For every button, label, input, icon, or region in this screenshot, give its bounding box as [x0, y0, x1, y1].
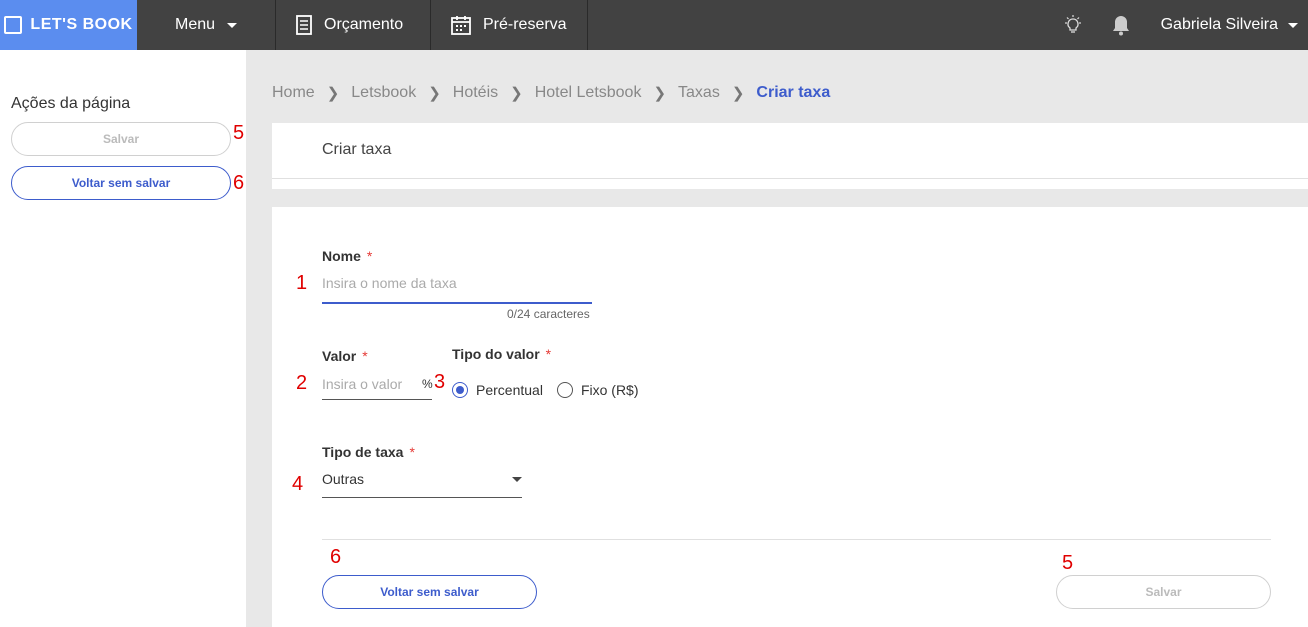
chevron-right-icon: ❯	[731, 85, 745, 102]
page-actions-sidebar: Ações da página Salvar Voltar sem salvar…	[0, 50, 246, 627]
form-divider	[322, 539, 1271, 540]
annotation-marker: 6	[330, 546, 342, 568]
chevron-right-icon: ❯	[428, 85, 441, 102]
sidebar-back-button[interactable]: Voltar sem salvar	[11, 166, 231, 200]
page-title: Criar taxa	[322, 141, 392, 158]
logo[interactable]: LET'S BOOK	[0, 0, 137, 50]
nome-label-text: Nome	[322, 248, 361, 264]
radio-percentual[interactable]: Percentual	[452, 382, 543, 398]
caret-down-icon	[227, 22, 238, 28]
annotation-marker: 5	[1062, 552, 1074, 574]
radio-percentual-label: Percentual	[476, 382, 543, 398]
breadcrumb-item[interactable]: Taxas	[678, 84, 720, 102]
divider	[272, 178, 1308, 179]
nav-prereserva-label: Pré-reserva	[483, 16, 567, 33]
bell-icon	[1112, 16, 1129, 36]
tipo-taxa-select[interactable]: Outras	[322, 465, 522, 499]
annotation-marker: 3	[434, 371, 446, 393]
valor-label-text: Valor	[322, 348, 357, 364]
annotation-marker: 5	[233, 122, 245, 144]
top-navbar: LET'S BOOK Menu Orçamento Pré-reserva Ga…	[0, 0, 1308, 50]
caret-down-icon	[1288, 22, 1298, 28]
tipo-taxa-label: Tipo de taxa *	[322, 444, 415, 460]
chevron-right-icon: ❯	[653, 85, 667, 102]
required-mark: *	[409, 444, 415, 460]
nav-orcamento[interactable]: Orçamento	[276, 0, 431, 50]
valor-underline	[322, 399, 432, 400]
notifications-button[interactable]	[1097, 0, 1145, 50]
valor-input[interactable]	[322, 374, 418, 394]
page-header-card: Criar taxa	[272, 123, 1308, 189]
caret-down-icon	[512, 477, 522, 482]
annotation-marker: 4	[292, 473, 304, 495]
annotation-marker: 1	[296, 272, 308, 294]
nome-char-counter: 0/24 caracteres	[507, 307, 590, 321]
document-icon	[296, 15, 312, 35]
user-menu[interactable]: Gabriela Silveira	[1145, 16, 1308, 34]
tipo-taxa-underline	[322, 497, 522, 498]
chevron-right-icon: ❯	[326, 85, 340, 102]
nav-prereserva[interactable]: Pré-reserva	[431, 0, 588, 50]
nav-orcamento-label: Orçamento	[324, 16, 404, 33]
required-mark: *	[545, 346, 552, 362]
tipo-taxa-value: Outras	[322, 471, 365, 487]
back-without-saving-button[interactable]: Voltar sem salvar	[322, 575, 537, 609]
breadcrumb-item[interactable]: Hotel Letsbook	[535, 84, 642, 102]
menu-button[interactable]: Menu	[137, 0, 276, 50]
tips-button[interactable]	[1049, 0, 1097, 50]
breadcrumb-item[interactable]: Home	[272, 84, 315, 102]
radio-fixo-label: Fixo (R$)	[580, 382, 639, 398]
required-mark: *	[366, 248, 373, 264]
radio-unchecked-icon	[556, 382, 573, 398]
radio-checked-icon	[452, 382, 468, 398]
lightbulb-icon	[1064, 15, 1081, 33]
radio-fixo[interactable]: Fixo (R$)	[556, 382, 639, 398]
form-card: Nome * 1 0/24 caracteres Valor * 2 % 3 Tip…	[272, 207, 1308, 627]
tipo-valor-radio-group: Percentual Fixo (R$)	[452, 382, 639, 398]
nome-input[interactable]	[322, 273, 592, 293]
user-name: Gabriela Silveira	[1160, 16, 1278, 33]
valor-label: Valor *	[322, 348, 368, 364]
annotation-marker: 6	[233, 172, 245, 194]
save-button[interactable]: Salvar	[1056, 575, 1271, 609]
breadcrumb-item[interactable]: Letsbook	[351, 84, 416, 102]
sidebar-save-button[interactable]: Salvar	[11, 122, 231, 156]
calendar-icon	[451, 16, 471, 35]
nome-underline	[322, 302, 592, 304]
required-mark: *	[362, 348, 368, 364]
tipo-valor-label-text: Tipo do valor	[452, 346, 540, 362]
chevron-right-icon: ❯	[510, 85, 523, 102]
percent-suffix: %	[422, 377, 433, 391]
sidebar-title: Ações da página	[11, 95, 131, 112]
menu-label: Menu	[174, 16, 216, 33]
logo-icon	[4, 16, 23, 34]
breadcrumb-item[interactable]: Hotéis	[453, 84, 498, 102]
logo-text: LET'S BOOK	[30, 16, 133, 33]
topbar-right: Gabriela Silveira	[1049, 0, 1308, 50]
nome-label: Nome *	[322, 248, 372, 264]
tipo-taxa-label-text: Tipo de taxa	[322, 444, 404, 460]
annotation-marker: 2	[296, 372, 308, 394]
breadcrumb-current: Criar taxa	[756, 84, 831, 101]
breadcrumb: Home ❯ Letsbook ❯ Hotéis ❯ Hotel Letsboo…	[272, 84, 830, 102]
tipo-valor-label: Tipo do valor *	[452, 346, 551, 362]
